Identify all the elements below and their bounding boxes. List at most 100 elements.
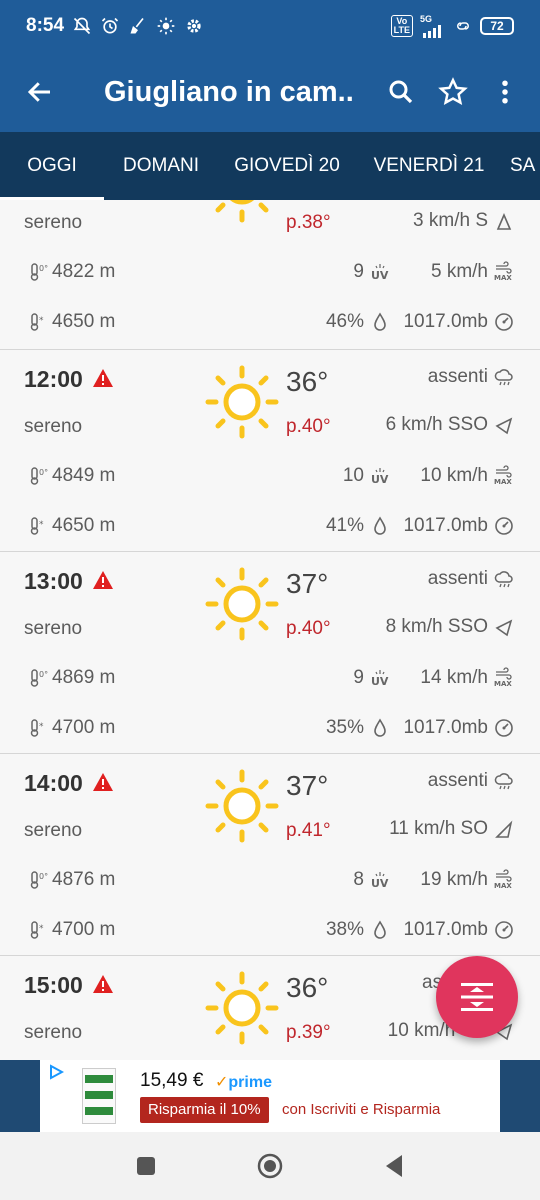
wind-text: 3 km/h S (413, 210, 488, 231)
day-tabs: OGGI DOMANI GIOVEDÌ 20 VENERDÌ 21 SA (0, 132, 540, 200)
svg-text:UV: UV (371, 473, 389, 486)
status-bar: 8:54 Vo LTE 5G 72 (0, 0, 540, 52)
recent-apps-icon[interactable] (132, 1152, 160, 1180)
condition-text: sereno (24, 416, 83, 437)
back-button[interactable] (20, 72, 60, 112)
alarm-icon (101, 17, 119, 34)
uv-icon: UV (370, 262, 390, 282)
tab-oggi[interactable]: OGGI (0, 132, 104, 200)
brightness-icon (157, 17, 175, 35)
home-icon[interactable] (256, 1152, 284, 1180)
bell-off-icon (73, 17, 91, 35)
broom-icon (130, 17, 144, 34)
humidity-text: 46% (325, 311, 364, 332)
svg-text:*: * (39, 520, 44, 530)
gust-max-icon: MAX (494, 465, 514, 486)
rain-cloud-icon (494, 570, 514, 590)
link-icon (457, 22, 469, 30)
ad-choices-icon[interactable] (48, 1064, 64, 1080)
uv-value: 9 (353, 667, 364, 688)
search-icon[interactable] (386, 77, 416, 107)
pressure-gauge-icon (494, 516, 514, 536)
tab-giovedi[interactable]: GIOVEDÌ 20 (218, 132, 356, 200)
svg-text:MAX: MAX (494, 882, 512, 889)
temperature: 37° (286, 770, 329, 801)
uv-icon: UV (370, 466, 390, 486)
hour-label: 15:00 (24, 972, 83, 998)
perceived-temp: p.40° (286, 618, 331, 639)
warning-triangle-icon (93, 773, 113, 791)
thermometer-snow-icon: * (28, 312, 48, 332)
more-vertical-icon[interactable] (490, 77, 520, 107)
precipitation-text: assenti (427, 568, 488, 589)
uv-icon: UV (370, 870, 390, 890)
system-nav-bar (0, 1132, 540, 1200)
svg-text:*: * (39, 316, 44, 326)
thermometer-snow-icon: * (28, 920, 48, 940)
condition-text: sereno (24, 820, 83, 841)
gust-max-icon: MAX (494, 869, 514, 890)
tab-sabato[interactable]: SA (502, 132, 540, 200)
status-system-icons: Vo LTE 5G 72 (390, 13, 514, 38)
rain-cloud-icon (494, 772, 514, 792)
ad-banner[interactable]: 15,49 € ✓prime Risparmia il 10% con Iscr… (40, 1060, 500, 1132)
zero-level-text: 4849 m (52, 465, 116, 486)
perceived-temp: p.38° (286, 212, 331, 233)
app-bar: Giugliano in cam.. (0, 52, 540, 132)
svg-text:UV: UV (371, 269, 389, 282)
hourly-forecast-list: sereno p.38° 3 km/h S 0° 4822 m 9 UV 5 k… (0, 200, 540, 1060)
tab-venerdi[interactable]: VENERDÌ 21 (356, 132, 502, 200)
sun-icon (215, 200, 269, 223)
uv-value: 9 (353, 261, 364, 282)
perceived-temp: p.39° (286, 1022, 331, 1043)
svg-text:UV: UV (371, 877, 389, 890)
signal-icon: 5G (420, 13, 446, 38)
star-outline-icon[interactable] (438, 77, 468, 107)
temperature: 37° (286, 568, 329, 599)
uv-value: 10 (342, 465, 364, 486)
expand-collapse-button[interactable] (436, 956, 518, 1038)
thermometer-snow-icon: * (28, 718, 48, 738)
svg-text:0°: 0° (39, 264, 48, 273)
snow-level-text: 4650 m (52, 311, 116, 332)
status-time: 8:54 (26, 15, 65, 36)
gust-text: 14 km/h (420, 667, 488, 688)
warning-triangle-icon (93, 369, 113, 387)
humidity-text: 38% (325, 919, 364, 940)
prime-logo: ✓prime (215, 1074, 272, 1091)
uv-value: 8 (353, 869, 364, 890)
pressure-gauge-icon (494, 312, 514, 332)
wind-direction-icon (494, 416, 514, 436)
sun-icon (205, 769, 279, 843)
snow-level-text: 4650 m (52, 515, 116, 536)
humidity-drop-icon (370, 516, 390, 536)
condition-text: sereno (24, 618, 83, 639)
hour-card-partial[interactable]: sereno p.38° 3 km/h S 0° 4822 m 9 UV 5 k… (0, 200, 540, 350)
thermometer-zero-icon: 0° (28, 262, 48, 282)
hour-card[interactable]: 13:00 37° assenti sereno p.40° 8 km/h SS… (0, 552, 540, 754)
thermometer-zero-icon: 0° (28, 870, 48, 890)
tab-domani[interactable]: DOMANI (104, 132, 218, 200)
wind-direction-icon (494, 618, 514, 638)
hour-label: 12:00 (24, 366, 83, 392)
pressure-gauge-icon (494, 920, 514, 940)
humidity-text: 35% (325, 717, 364, 738)
snow-level-text: 4700 m (52, 919, 116, 940)
pressure-text: 1017.0mb (403, 919, 488, 940)
zero-level-text: 4869 m (52, 667, 116, 688)
network-5g-label: 5G (420, 13, 433, 24)
sun-icon (205, 365, 279, 439)
back-icon[interactable] (380, 1152, 408, 1180)
pressure-gauge-icon (494, 718, 514, 738)
humidity-drop-icon (370, 920, 390, 940)
hour-card[interactable]: 14:00 37° assenti sereno p.41° 11 km/h S… (0, 754, 540, 956)
gust-text: 19 km/h (420, 869, 488, 890)
hour-card[interactable]: 12:00 36° assenti sereno p.40° 6 km/h SS… (0, 350, 540, 552)
hour-label: 14:00 (24, 770, 83, 796)
wind-text: 8 km/h SSO (385, 616, 488, 637)
warning-triangle-icon (93, 975, 113, 993)
rain-cloud-icon (494, 368, 514, 388)
condition-text: sereno (24, 212, 83, 233)
pressure-text: 1017.0mb (403, 311, 488, 332)
svg-text:MAX: MAX (494, 478, 512, 485)
